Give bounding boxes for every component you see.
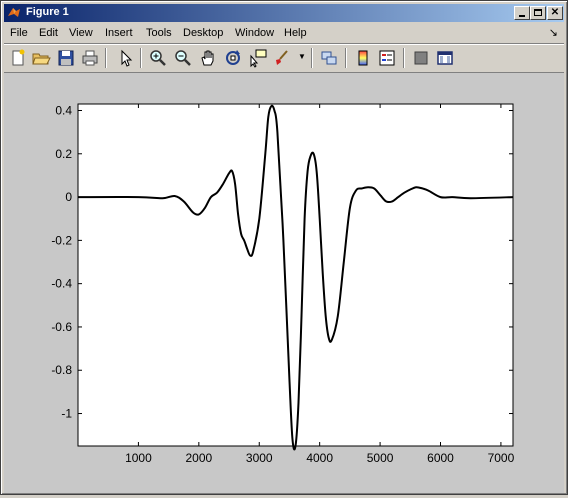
rotate-3d-icon[interactable] — [223, 48, 243, 68]
legend-icon[interactable] — [377, 48, 397, 68]
dock-arrow-icon[interactable]: ↘ — [549, 26, 558, 39]
show-plot-tools-icon[interactable] — [435, 48, 455, 68]
matlab-logo-icon — [8, 8, 20, 17]
x-tick-label: 1000 — [125, 451, 152, 465]
zoom-out-icon[interactable] — [173, 48, 193, 68]
minimize-button[interactable] — [514, 6, 530, 20]
y-tick-label: -0.4 — [51, 277, 72, 291]
menu-window[interactable]: Window — [235, 27, 274, 39]
x-tick-label: 3000 — [246, 451, 273, 465]
toolbar-separator — [311, 48, 313, 68]
toolbar-separator — [140, 48, 142, 68]
axes-box[interactable] — [77, 103, 514, 447]
maximize-button[interactable] — [530, 6, 546, 20]
menu-view[interactable]: View — [69, 27, 93, 39]
x-tick-label: 6000 — [427, 451, 454, 465]
figure-canvas: 1000 2000 3000 4000 5000 6000 7000 0.4 0.2 0 -0.2… — [4, 72, 564, 493]
plot-svg[interactable]: 1000 2000 3000 4000 5000 6000 7000 0.4 0.2 0 -0.2… — [4, 73, 564, 493]
pan-hand-icon[interactable] — [198, 48, 218, 68]
menu-tools[interactable]: Tools — [146, 27, 172, 39]
close-icon: ✕ — [550, 7, 560, 18]
y-tick-label: -0.2 — [51, 233, 72, 247]
brush-icon[interactable] — [272, 48, 292, 68]
data-cursor-icon[interactable] — [248, 48, 268, 68]
y-tick-label: 0.2 — [55, 147, 72, 161]
menu-file[interactable]: File — [10, 27, 28, 39]
close-button[interactable]: ✕ — [547, 6, 563, 20]
link-plot-icon[interactable] — [319, 48, 339, 68]
zoom-in-icon[interactable] — [148, 48, 168, 68]
toolbar-separator — [105, 48, 107, 68]
save-icon[interactable] — [56, 48, 76, 68]
x-tick-label: 7000 — [488, 451, 515, 465]
y-tick-label: -0.8 — [51, 363, 72, 377]
x-tick-label: 5000 — [367, 451, 394, 465]
minimize-icon — [519, 15, 525, 17]
hide-plot-tools-icon[interactable] — [411, 48, 431, 68]
menu-edit[interactable]: Edit — [39, 27, 58, 39]
brush-dropdown-icon[interactable]: ▼ — [298, 52, 306, 61]
menu-bar: File Edit View Insert Tools Desktop Wind… — [4, 24, 564, 42]
title-bar[interactable]: Figure 1 ✕ — [4, 4, 564, 22]
x-tick-label: 4000 — [306, 451, 333, 465]
y-tick-label: 0 — [65, 190, 72, 204]
print-icon[interactable] — [80, 48, 100, 68]
menu-help[interactable]: Help — [284, 27, 307, 39]
new-figure-icon[interactable] — [8, 48, 28, 68]
toolbar-separator — [403, 48, 405, 68]
y-tick-label: -0.6 — [51, 320, 72, 334]
figure-window: Figure 1 ✕ File Edit View Insert Tools D… — [0, 0, 568, 495]
x-tick-label: 2000 — [185, 451, 212, 465]
open-file-icon[interactable] — [31, 48, 51, 68]
y-tick-label: 0.4 — [55, 103, 72, 117]
toolbar-separator — [345, 48, 347, 68]
maximize-icon — [534, 9, 542, 16]
y-tick-label: -1 — [61, 407, 72, 421]
menu-insert[interactable]: Insert — [105, 27, 133, 39]
figure-toolbar: ▼ — [4, 43, 564, 72]
select-arrow-icon[interactable] — [115, 48, 135, 68]
window-title: Figure 1 — [26, 6, 69, 18]
colorbar-icon[interactable] — [353, 48, 373, 68]
menu-desktop[interactable]: Desktop — [183, 27, 223, 39]
